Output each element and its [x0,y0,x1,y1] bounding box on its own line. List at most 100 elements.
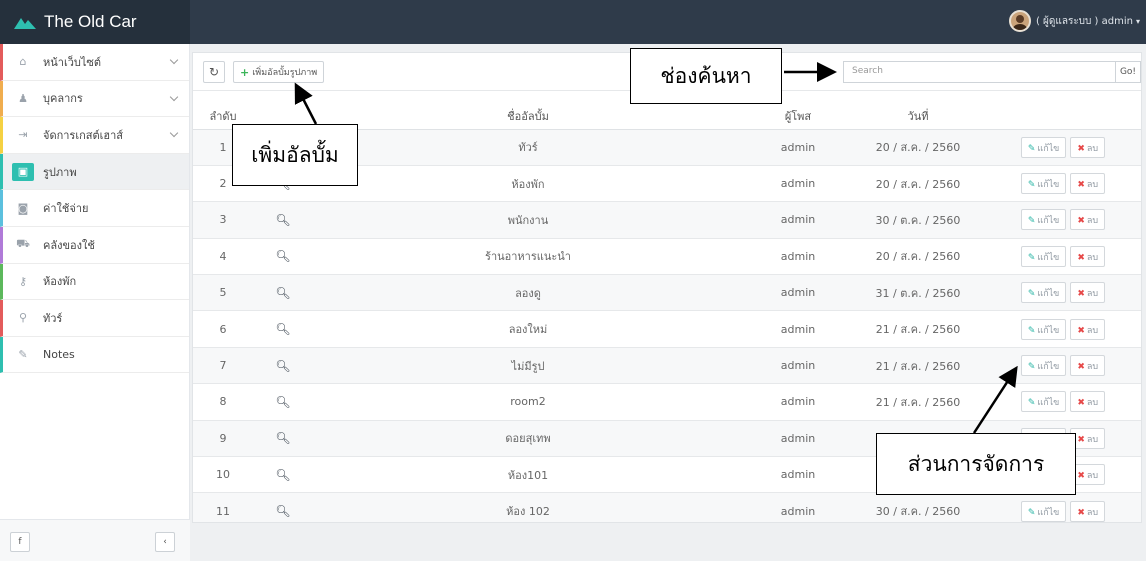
row-no: 7 [193,347,253,385]
delete-label: ลบ [1086,180,1099,191]
delete-label: ลบ [1086,434,1099,445]
sidebar-item-label: ทัวร์ [43,311,63,325]
close-icon: ✖ [1077,471,1085,482]
refresh-button[interactable]: ↻ [203,61,225,83]
sidebar-item-label: หน้าเว็บไซต์ [43,55,102,69]
edit-label: แก้ไข [1037,216,1060,227]
header-poster[interactable]: ผู้โพส [743,103,853,130]
sidebar-footer: f ‹ [0,519,190,561]
sidebar-item-0[interactable]: ⌂ หน้าเว็บไซต์ [0,44,189,81]
add-album-button[interactable]: + เพิ่มอัลบั้มรูปภาพ [233,61,325,83]
table-row: 11 🔍︎ ห้อง 102 admin 30 / ส.ค. / 2560 ✎ แก้ไข ✖… [193,492,1141,522]
edit-button[interactable]: ✎แก้ไข [1020,245,1067,267]
actions-cell: ✎แก้ไข✖ลบ [983,492,1141,522]
edit-button[interactable]: ✎แก้ไข [1020,136,1067,158]
delete-label: ลบ [1086,143,1099,154]
album-name: ลองใหม่ [313,310,743,348]
poster: admin [743,420,853,458]
delete-button[interactable]: ✖ ลบ [1070,355,1106,377]
zoom-icon[interactable]: 🔍︎ [275,504,290,518]
zoom-icon[interactable]: 🔍︎ [275,249,290,263]
close-icon: ✖ [1077,507,1085,518]
caret-down-icon: ▾ [1135,16,1140,26]
delete-label: ลบ [1086,398,1099,409]
delete-label: ลบ [1086,289,1099,300]
edit-button[interactable]: ✎แก้ไข [1020,282,1067,304]
pencil-icon: ✎ [18,348,28,362]
view-pictures-cell: 🔍︎ [253,238,313,276]
date: 30 / ส.ค. / 2560 [853,492,983,522]
edit-button[interactable]: ✎แก้ไข [1020,209,1067,231]
delete-button[interactable]: ✖ ลบ [1070,136,1106,158]
sidebar-item-label: บุคลากร [43,92,83,106]
view-pictures-cell: 🔍︎ [253,274,313,312]
header-name[interactable]: ชื่ออัลบั้ม [313,103,743,130]
search-input[interactable]: Search [843,61,1116,83]
sidebar-item-1[interactable]: ♟ บุคลากร [0,80,189,118]
delete-button[interactable]: ✖ ลบ [1070,173,1106,195]
sidebar-item-4[interactable]: ◙ ค่าใช้จ่าย [0,190,189,227]
sidebar: ⌂ หน้าเว็บไซต์ ♟ บุคลากร ⇥ จัดการเกสต์เฮาส์ ▣ ร… [0,44,190,561]
album-name: ลองดู [313,274,743,312]
collapse-sidebar-button[interactable]: ‹ [155,532,175,552]
zoom-icon[interactable]: 🔍︎ [275,431,290,445]
close-icon: ✖ [1077,252,1085,263]
edit-button[interactable]: ✎แก้ไข [1020,173,1067,195]
delete-label: ลบ [1086,216,1099,227]
pencil-icon: ✎ [1027,289,1036,300]
close-icon: ✖ [1077,180,1085,191]
edit-button[interactable]: ✎แก้ไข [1020,355,1067,377]
poster: admin [743,238,853,276]
chevron-down-icon [169,128,179,138]
delete-button[interactable]: ✖ ลบ [1070,391,1106,413]
edit-label: แก้ไข [1037,180,1060,191]
map-marker-icon: ⚲ [18,311,28,325]
sidebar-item-5[interactable]: ⛟ คลังของใช้ [0,226,189,264]
zoom-icon[interactable]: 🔍︎ [275,359,290,373]
sidebar-item-8[interactable]: ✎ Notes [0,336,189,374]
delete-button[interactable]: ✖ ลบ [1070,282,1106,304]
delete-button[interactable]: ✖ ลบ [1070,209,1106,231]
user-label: ( ผู้ดูแลระบบ ) admin [1035,15,1133,27]
cart-icon: ⛟ [16,237,30,251]
sidebar-item-3[interactable]: ▣ รูปภาพ [0,153,189,191]
zoom-icon[interactable]: 🔍︎ [275,468,290,482]
album-name: ทัวร์ [313,129,743,166]
delete-button[interactable]: ✖ ลบ [1070,245,1106,267]
facebook-button[interactable]: f [10,532,30,552]
sign-in-icon: ⇥ [18,128,28,142]
sidebar-item-2[interactable]: ⇥ จัดการเกสต์เฮาส์ [0,117,189,154]
user-icon: ♟ [18,91,28,105]
user-menu[interactable]: ( ผู้ดูแลระบบ ) admin ▾ [1008,10,1140,32]
table-row: 4 🔍︎ ร้านอาหารแนะนำ admin 20 / ส.ค. / 2560 ✎ แ… [193,238,1141,276]
date: 30 / ต.ค. / 2560 [853,201,983,239]
date: 20 / ส.ค. / 2560 [853,238,983,276]
delete-button[interactable]: ✖ ลบ [1070,318,1106,340]
zoom-icon[interactable]: 🔍︎ [275,395,290,409]
sidebar-item-6[interactable]: ⚷ ห้องพัก [0,263,189,301]
date: 20 / ส.ค. / 2560 [853,165,983,203]
album-name: room2 [313,383,743,421]
brand[interactable]: The Old Car [0,0,190,44]
pencil-icon: ✎ [1027,180,1036,191]
sidebar-item-7[interactable]: ⚲ ทัวร์ [0,300,189,337]
edit-button[interactable]: ✎แก้ไข [1020,391,1067,413]
key-icon: ⚷ [18,274,28,288]
delete-button[interactable]: ✖ ลบ [1070,500,1106,522]
poster: admin [743,274,853,312]
album-name: ไม่มีรูป [313,347,743,385]
zoom-icon[interactable]: 🔍︎ [275,213,290,227]
top-navbar: The Old Car ( ผู้ดูแลระบบ ) admin ▾ [0,0,1146,44]
zoom-icon[interactable]: 🔍︎ [275,286,290,300]
header-date[interactable]: วันที่ [853,103,983,130]
pencil-icon: ✎ [1027,507,1036,518]
edit-button[interactable]: ✎แก้ไข [1020,318,1067,340]
edit-button[interactable]: ✎แก้ไข [1020,500,1067,522]
add-album-callout: เพิ่มอัลบั้ม [232,124,358,186]
delete-label: ลบ [1086,362,1099,373]
go-button[interactable]: Go! [1115,61,1141,83]
poster: admin [743,492,853,522]
money-icon: ◙ [17,201,29,215]
chevron-down-icon [169,55,179,65]
zoom-icon[interactable]: 🔍︎ [275,322,290,336]
